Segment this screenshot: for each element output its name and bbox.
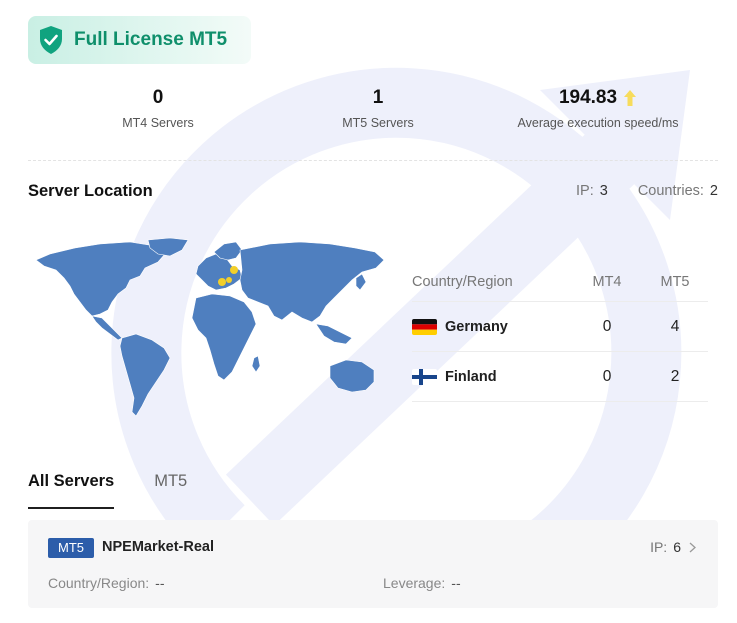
country-name: Germany <box>445 318 508 335</box>
server-country: Country/Region: -- <box>48 575 165 591</box>
map-south-america <box>119 333 171 417</box>
tab-mt5[interactable]: MT5 <box>154 468 187 504</box>
map-australia <box>329 359 375 393</box>
map-marker-germany-2 <box>226 277 232 283</box>
finland-flag-icon <box>412 368 437 385</box>
up-arrow-icon <box>624 90 637 106</box>
mt4-count: 0 <box>602 317 612 335</box>
mt4-servers-count: 0 <box>152 87 164 108</box>
stat-mt5-servers: 1 MT5 Servers <box>318 86 438 130</box>
country-name: Finland <box>445 368 497 385</box>
server-ip-label: IP: <box>650 539 668 555</box>
map-central-america <box>91 315 123 341</box>
server-name: NPEMarket-Real <box>102 539 215 555</box>
map-madagascar <box>251 355 261 373</box>
countries-label: Countries: <box>637 183 704 199</box>
mt5-servers-count: 1 <box>372 87 384 108</box>
col-mt4: MT4 <box>592 273 622 290</box>
map-marker-germany <box>218 278 226 286</box>
divider <box>28 160 718 161</box>
countries-count: 2 <box>709 183 718 199</box>
tab-all-servers[interactable]: All Servers <box>28 468 115 509</box>
table-row: Finland 0 2 <box>412 352 708 402</box>
shield-check-icon <box>40 26 62 54</box>
map-southeast-asia <box>315 323 353 345</box>
mt5-servers-caption: MT5 Servers <box>342 116 414 130</box>
server-country-value: -- <box>155 575 165 591</box>
ip-label: IP: <box>576 183 594 199</box>
server-tabs: All Servers MT5 <box>28 468 227 509</box>
country-table: Country/Region MT4 MT5 Germany 0 4 Finla… <box>412 262 708 402</box>
server-leverage: Leverage: -- <box>383 575 461 591</box>
platform-tag: MT5 <box>48 538 94 558</box>
location-meta: IP: 3 Countries: 2 <box>576 183 718 199</box>
license-label: Full License MT5 <box>74 29 228 50</box>
server-leverage-label: Leverage: <box>383 575 446 591</box>
country-table-header: Country/Region MT4 MT5 <box>412 262 708 302</box>
server-ip[interactable]: IP: 6 <box>650 539 696 555</box>
chevron-right-icon[interactable] <box>689 542 696 553</box>
mt5-count: 4 <box>670 317 680 335</box>
mt4-servers-caption: MT4 Servers <box>122 116 194 130</box>
col-country-region: Country/Region <box>412 273 513 290</box>
mt5-count: 2 <box>670 367 680 385</box>
stat-execution-speed: 194.83 Average execution speed/ms <box>505 86 691 130</box>
license-badge: Full License MT5 <box>28 16 251 64</box>
ip-count: 3 <box>599 183 608 199</box>
map-marker-finland <box>230 266 238 274</box>
map-north-america <box>35 241 166 317</box>
stat-mt4-servers: 0 MT4 Servers <box>98 86 218 130</box>
execution-speed-caption: Average execution speed/ms <box>517 116 679 130</box>
table-row: Germany 0 4 <box>412 302 708 352</box>
server-country-label: Country/Region: <box>48 575 150 591</box>
germany-flag-icon <box>412 318 437 335</box>
world-map <box>35 237 385 417</box>
mt4-count: 0 <box>602 367 612 385</box>
map-africa <box>191 293 257 381</box>
server-ip-count: 6 <box>673 539 681 555</box>
server-card[interactable]: MT5 NPEMarket-Real IP: 6 Country/Region:… <box>28 520 718 608</box>
col-mt5: MT5 <box>660 273 690 290</box>
server-location-title: Server Location <box>28 182 153 200</box>
map-japan <box>355 273 367 291</box>
execution-speed-value: 194.83 <box>558 87 618 108</box>
server-leverage-value: -- <box>451 575 461 591</box>
